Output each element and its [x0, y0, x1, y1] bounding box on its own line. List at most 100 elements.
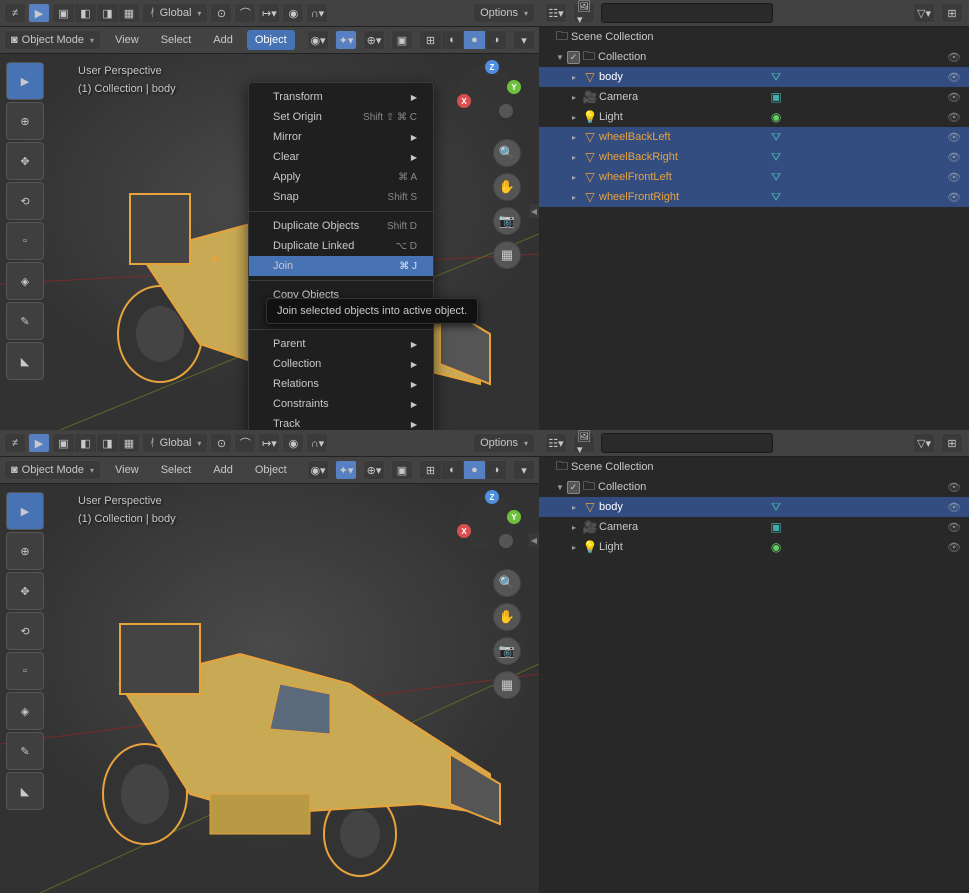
- menu-add[interactable]: Add: [205, 30, 241, 50]
- eye-icon[interactable]: [947, 171, 961, 184]
- xray-icon[interactable]: ▣: [391, 460, 413, 480]
- zoom-icon[interactable]: 🔍: [493, 569, 521, 597]
- tree-item-body[interactable]: ▸▽body ⛛: [539, 497, 969, 517]
- new-collection-icon[interactable]: ⊞: [941, 433, 963, 453]
- outliner-tree[interactable]: 🗀Scene Collection▼✓🗀Collection▸▽body ⛛▸🎥…: [539, 457, 969, 893]
- outliner-search[interactable]: [601, 3, 773, 23]
- menu-item-transform[interactable]: Transform▶: [249, 87, 433, 107]
- zoom-icon[interactable]: 🔍: [493, 139, 521, 167]
- tree-item-wheelBackLeft[interactable]: ▸▽wheelBackLeft ⛛: [539, 127, 969, 147]
- outliner-search[interactable]: [601, 433, 773, 453]
- menu-item-parent[interactable]: Parent▶: [249, 334, 433, 354]
- nav-gizmo[interactable]: Z Y X: [459, 494, 519, 554]
- tree-item-wheelFrontLeft[interactable]: ▸▽wheelFrontLeft ⛛: [539, 167, 969, 187]
- visibility-icon[interactable]: ◉▾: [307, 460, 329, 480]
- cursor-tool-icon[interactable]: ▶: [28, 433, 50, 453]
- menu-object[interactable]: Object: [247, 460, 295, 480]
- proportional-falloff-icon[interactable]: ∩▾: [306, 433, 328, 453]
- tool-scale[interactable]: ▫: [6, 652, 44, 690]
- display-mode-icon[interactable]: 🖼▾: [573, 3, 595, 23]
- tree-item-Camera[interactable]: ▸🎥Camera ▣: [539, 87, 969, 107]
- tool-cursor[interactable]: ⊕: [6, 532, 44, 570]
- tree-collection[interactable]: ▼✓🗀Collection: [539, 47, 969, 67]
- viewport[interactable]: User Perspective (1) Collection | body ▶…: [0, 54, 539, 430]
- orientation-dropdown[interactable]: ᚯ Global▾: [142, 3, 208, 23]
- snap-target-icon[interactable]: ↦▾: [258, 433, 280, 453]
- menu-select[interactable]: Select: [153, 30, 200, 50]
- eye-icon[interactable]: [947, 151, 961, 164]
- menu-object[interactable]: Object: [247, 30, 295, 50]
- tool-select-box[interactable]: ▶: [6, 492, 44, 530]
- eye-icon[interactable]: [947, 131, 961, 144]
- menu-view[interactable]: View: [107, 460, 147, 480]
- tool-annotate[interactable]: ✎: [6, 732, 44, 770]
- tool-move[interactable]: ✥: [6, 142, 44, 180]
- gizmo-toggle-icon[interactable]: ✦▾: [335, 30, 357, 50]
- menu-item-duplicate-objects[interactable]: Duplicate ObjectsShift D: [249, 216, 433, 236]
- snap-target-icon[interactable]: ↦▾: [258, 3, 280, 23]
- pivot-icon[interactable]: ⊙: [210, 3, 232, 23]
- eye-icon[interactable]: [947, 191, 961, 204]
- outliner-type-icon[interactable]: ☷▾: [545, 433, 567, 453]
- select-mode-group[interactable]: ▣◧◨▦: [52, 433, 140, 453]
- menu-select[interactable]: Select: [153, 460, 200, 480]
- visibility-icon[interactable]: ◉▾: [307, 30, 329, 50]
- new-collection-icon[interactable]: ⊞: [941, 3, 963, 23]
- eye-icon[interactable]: [947, 91, 961, 104]
- menu-view[interactable]: View: [107, 30, 147, 50]
- tree-scene-collection[interactable]: 🗀Scene Collection: [539, 457, 969, 477]
- tree-item-wheelFrontRight[interactable]: ▸▽wheelFrontRight ⛛: [539, 187, 969, 207]
- menu-item-track[interactable]: Track▶: [249, 414, 433, 430]
- snap-icon[interactable]: ⌒: [234, 433, 256, 453]
- orientation-dropdown[interactable]: ᚯ Global▾: [142, 433, 208, 453]
- mode-dropdown[interactable]: ◙ Object Mode▾: [4, 460, 101, 480]
- viewport[interactable]: User Perspective (1) Collection | body ▶…: [0, 484, 539, 893]
- eye-icon[interactable]: [947, 541, 961, 554]
- shading-dropdown-icon[interactable]: ▾: [513, 460, 535, 480]
- tool-scale[interactable]: ▫: [6, 222, 44, 260]
- eye-icon[interactable]: [947, 521, 961, 534]
- proportional-icon[interactable]: ◉: [282, 3, 304, 23]
- tool-select-box[interactable]: ▶: [6, 62, 44, 100]
- menu-item-set-origin[interactable]: Set OriginShift ⇧ ⌘ C: [249, 107, 433, 127]
- overlay-icon[interactable]: ⊕▾: [363, 30, 385, 50]
- tool-measure[interactable]: ◣: [6, 342, 44, 380]
- proportional-icon[interactable]: ◉: [282, 433, 304, 453]
- tool-transform[interactable]: ◈: [6, 262, 44, 300]
- menu-item-collection[interactable]: Collection▶: [249, 354, 433, 374]
- camera-icon[interactable]: 📷: [493, 207, 521, 235]
- tool-rotate[interactable]: ⟲: [6, 612, 44, 650]
- editor-type-icon[interactable]: ≠: [4, 3, 26, 23]
- eye-icon[interactable]: [947, 71, 961, 84]
- menu-item-apply[interactable]: Apply⌘ A: [249, 167, 433, 187]
- tree-item-Camera[interactable]: ▸🎥Camera ▣: [539, 517, 969, 537]
- nav-gizmo[interactable]: Z Y X: [459, 64, 519, 124]
- overlay-icon[interactable]: ⊕▾: [363, 460, 385, 480]
- tool-rotate[interactable]: ⟲: [6, 182, 44, 220]
- tree-item-Light[interactable]: ▸💡Light ◉: [539, 537, 969, 557]
- options-dropdown[interactable]: Options▾: [473, 3, 535, 23]
- proportional-falloff-icon[interactable]: ∩▾: [306, 3, 328, 23]
- outliner-type-icon[interactable]: ☷▾: [545, 3, 567, 23]
- tool-transform[interactable]: ◈: [6, 692, 44, 730]
- eye-icon[interactable]: [947, 111, 961, 124]
- menu-item-mirror[interactable]: Mirror▶: [249, 127, 433, 147]
- filter-icon[interactable]: ▽▾: [913, 433, 935, 453]
- tree-item-wheelBackRight[interactable]: ▸▽wheelBackRight ⛛: [539, 147, 969, 167]
- eye-icon[interactable]: [947, 51, 961, 64]
- menu-item-constraints[interactable]: Constraints▶: [249, 394, 433, 414]
- eye-icon[interactable]: [947, 481, 961, 494]
- shading-dropdown-icon[interactable]: ▾: [513, 30, 535, 50]
- tree-item-Light[interactable]: ▸💡Light ◉: [539, 107, 969, 127]
- shading-group[interactable]: ⊞◐●◑: [419, 30, 507, 50]
- outliner-tree[interactable]: 🗀Scene Collection▼✓🗀Collection▸▽body ⛛▸🎥…: [539, 27, 969, 430]
- tool-cursor[interactable]: ⊕: [6, 102, 44, 140]
- menu-item-clear[interactable]: Clear▶: [249, 147, 433, 167]
- options-dropdown[interactable]: Options▾: [473, 433, 535, 453]
- tree-scene-collection[interactable]: 🗀Scene Collection: [539, 27, 969, 47]
- tool-measure[interactable]: ◣: [6, 772, 44, 810]
- cursor-tool-icon[interactable]: ▶: [28, 3, 50, 23]
- menu-item-duplicate-linked[interactable]: Duplicate Linked⌥ D: [249, 236, 433, 256]
- menu-item-snap[interactable]: SnapShift S: [249, 187, 433, 207]
- eye-icon[interactable]: [947, 501, 961, 514]
